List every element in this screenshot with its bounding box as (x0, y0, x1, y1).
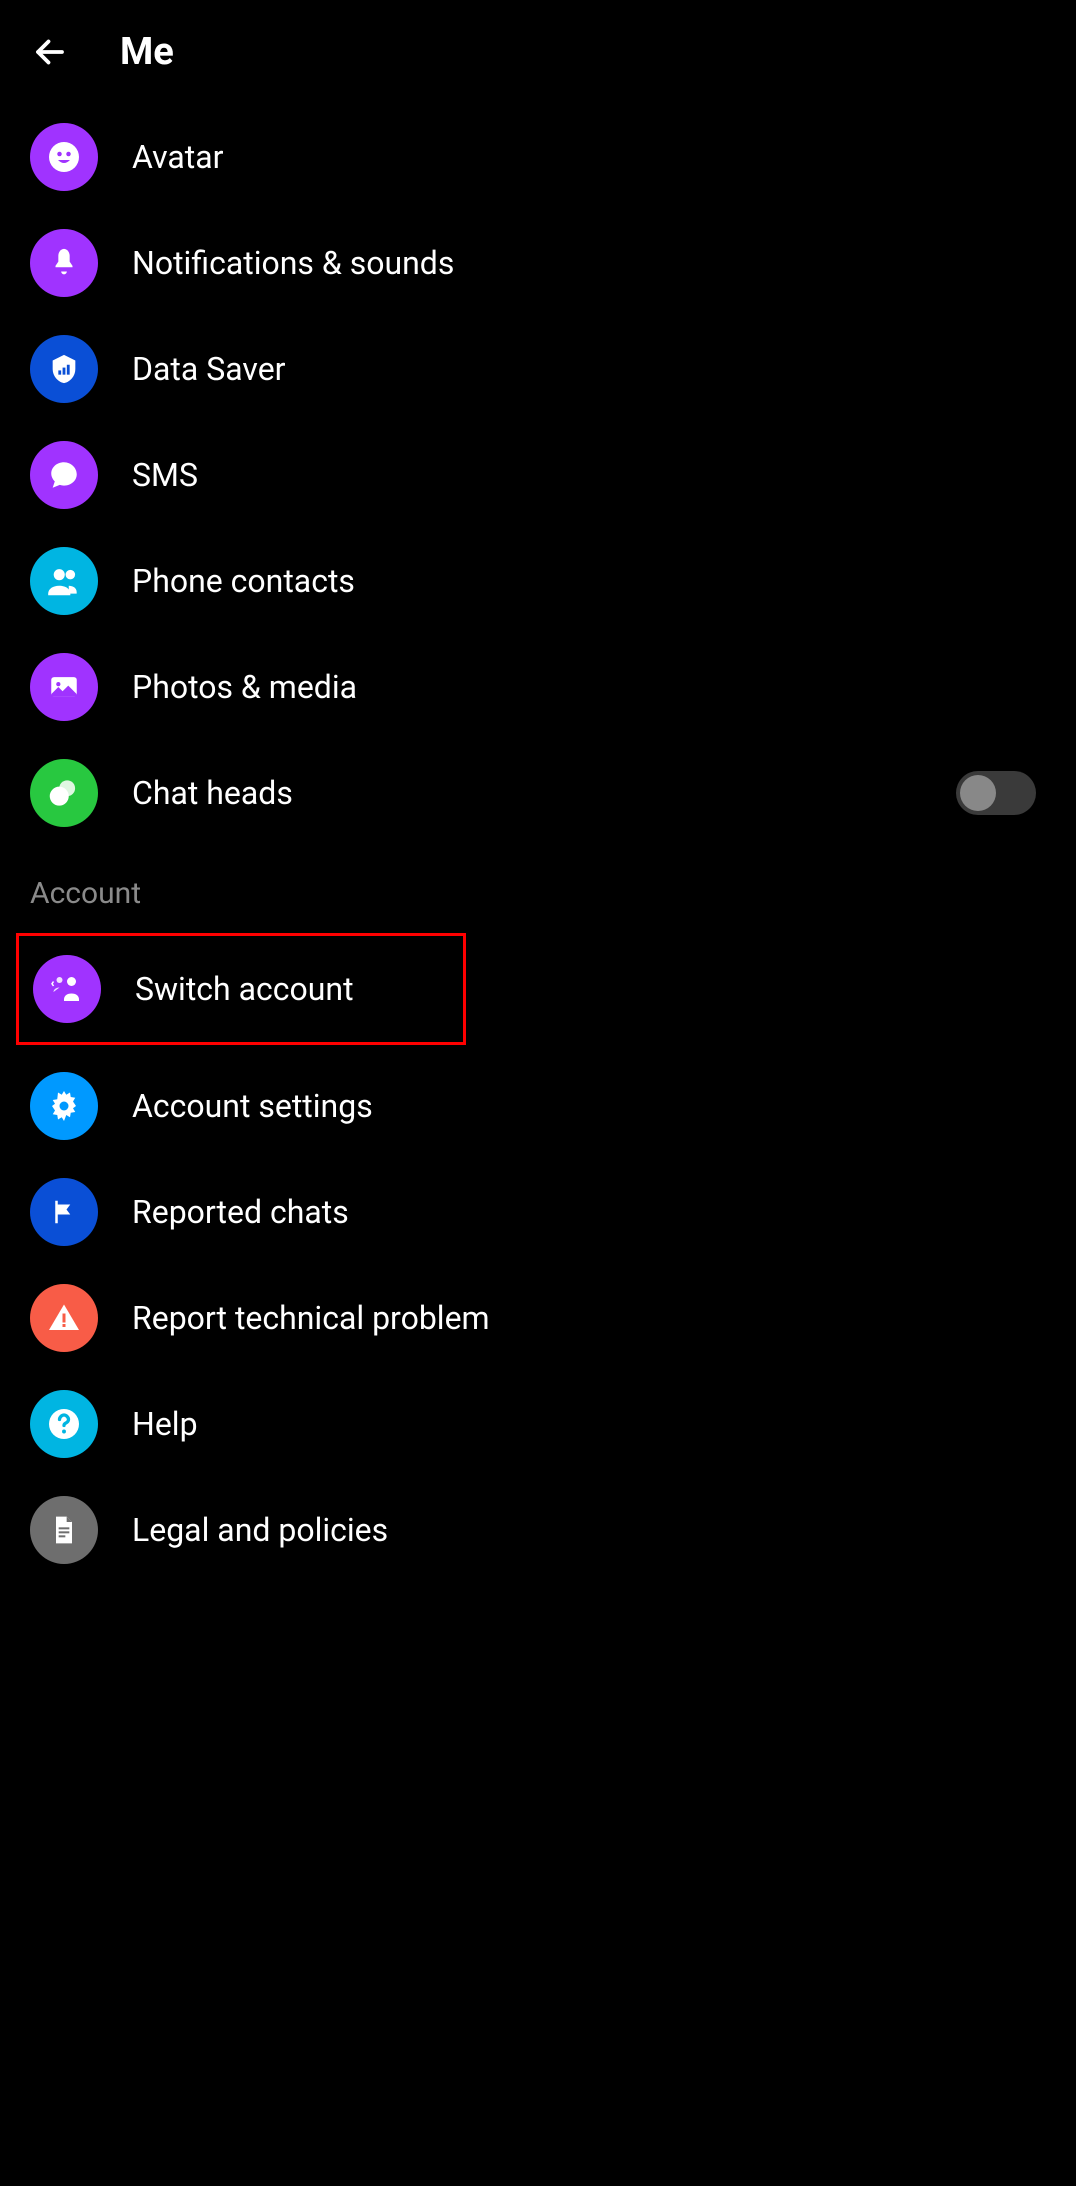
report-problem-label: Report technical problem (132, 1299, 1046, 1337)
toggle-knob (960, 775, 996, 811)
phone-contacts-label: Phone contacts (132, 562, 1046, 600)
back-button[interactable] (30, 32, 70, 72)
chat-heads-toggle[interactable] (956, 771, 1036, 815)
chat-heads-label: Chat heads (132, 774, 922, 812)
notifications-item[interactable]: Notifications & sounds (0, 210, 1076, 316)
photo-icon (30, 653, 98, 721)
help-item[interactable]: Help (0, 1371, 1076, 1477)
arrow-left-icon (32, 34, 68, 70)
notifications-label: Notifications & sounds (132, 244, 1046, 282)
photos-media-item[interactable]: Photos & media (0, 634, 1076, 740)
photos-media-label: Photos & media (132, 668, 1046, 706)
chat-heads-item[interactable]: Chat heads (0, 740, 1076, 846)
reported-chats-item[interactable]: Reported chats (0, 1159, 1076, 1265)
account-section-header: Account (0, 846, 1076, 925)
page-title: Me (120, 30, 174, 74)
flag-icon (30, 1178, 98, 1246)
switch-account-icon (33, 955, 101, 1023)
account-settings-item[interactable]: Account settings (0, 1053, 1076, 1159)
help-icon (30, 1390, 98, 1458)
data-saver-label: Data Saver (132, 350, 1046, 388)
phone-contacts-item[interactable]: Phone contacts (0, 528, 1076, 634)
settings-list: Avatar Notifications & sounds Data Saver… (0, 104, 1076, 1583)
legal-policies-item[interactable]: Legal and policies (0, 1477, 1076, 1583)
data-saver-item[interactable]: Data Saver (0, 316, 1076, 422)
chat-heads-icon (30, 759, 98, 827)
people-icon (30, 547, 98, 615)
account-settings-label: Account settings (132, 1087, 1046, 1125)
avatar-item[interactable]: Avatar (0, 104, 1076, 210)
avatar-label: Avatar (132, 138, 1046, 176)
highlight-box: Switch account (16, 933, 466, 1045)
shield-icon (30, 335, 98, 403)
switch-account-label: Switch account (135, 970, 433, 1008)
help-label: Help (132, 1405, 1046, 1443)
warning-icon (30, 1284, 98, 1352)
switch-account-item[interactable]: Switch account (19, 936, 463, 1042)
sms-label: SMS (132, 456, 1046, 494)
header: Me (0, 0, 1076, 104)
report-problem-item[interactable]: Report technical problem (0, 1265, 1076, 1371)
sms-item[interactable]: SMS (0, 422, 1076, 528)
avatar-icon (30, 123, 98, 191)
bell-icon (30, 229, 98, 297)
document-icon (30, 1496, 98, 1564)
gear-icon (30, 1072, 98, 1140)
sms-icon (30, 441, 98, 509)
reported-chats-label: Reported chats (132, 1193, 1046, 1231)
legal-policies-label: Legal and policies (132, 1511, 1046, 1549)
